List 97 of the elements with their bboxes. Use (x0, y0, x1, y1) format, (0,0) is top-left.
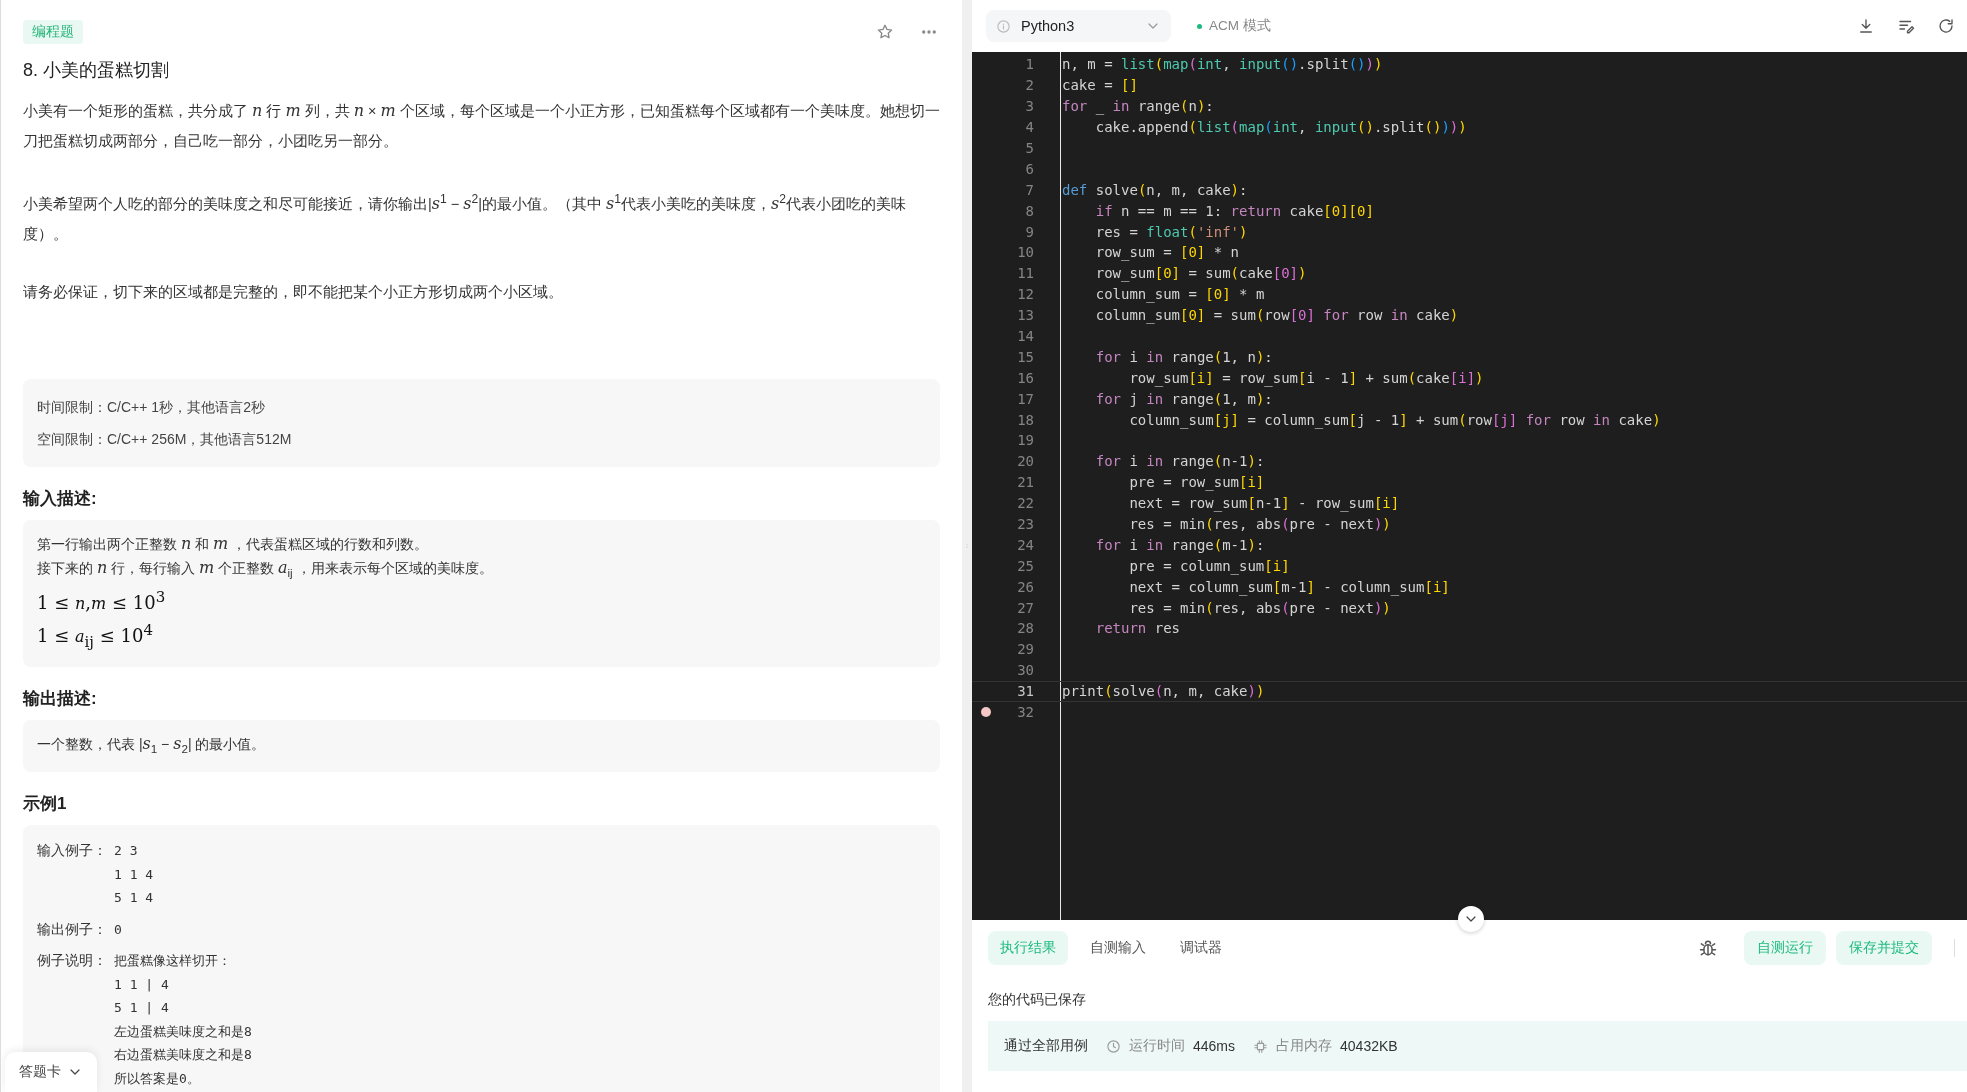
code-line: pre = row_sum[i] (1128, 474, 1265, 491)
limit-text: 时间限制：C/C++ 1秒，其他语言2秒 (37, 397, 266, 417)
code-line: return res (1094, 620, 1180, 637)
description-text: 一个整数，代表 |s$_{1}$ − s$_{2}$| 的最小值。 (37, 733, 267, 757)
code-line: for i in range(1, n): (1094, 348, 1273, 365)
bug-icon[interactable] (1698, 938, 1718, 958)
code-line: def solve(n, m, cake): (1062, 181, 1248, 198)
section-heading: 示例1 (23, 793, 68, 815)
line-number: 25 (1016, 557, 1034, 574)
line-number: 18 (1016, 411, 1034, 428)
section-heading: 输入描述: (23, 487, 98, 510)
example-label: 输入例子： (37, 841, 108, 860)
line-number: 22 (1016, 495, 1034, 512)
code-line: res = min(res, abs(pre - next)) (1128, 516, 1391, 533)
line-number: 28 (1016, 620, 1034, 637)
console-tab[interactable]: 自测输入 (1078, 931, 1158, 965)
line-number: 5 (1024, 140, 1034, 156)
problem-paragraph: 小美希望两个人吃的部分的美味度之和尽可能接近，请你输出|s$^{1}$ − s$^{2}$|的最小值。（其中 s$^{1}$代表小美吃的美味度，s$^{2}$代表小团吃的美味度）。 (23, 191, 907, 244)
line-number: 7 (1024, 181, 1034, 198)
description-text: 接下来的 n 行，每行输入 m 个正整数 a$_{ij}$ ，用来表示每个区域的美味度。 (37, 556, 494, 581)
code-line: row_sum[0] = sum(cake[0]) (1094, 265, 1307, 282)
refresh-icon[interactable] (1937, 17, 1955, 35)
line-number: 9 (1024, 223, 1034, 240)
example-text: 0 (114, 920, 122, 939)
code-line: cake.append(list(map(int, input().split()))) (1094, 119, 1467, 136)
code-line: res = float('inf') (1094, 223, 1248, 240)
code-line: print(solve(n, m, cake)) (1062, 683, 1265, 700)
line-number: 30 (1016, 662, 1034, 679)
description-text: 第一行输出两个正整数 n 和 m ，代表蛋糕区域的行数和列数。 (37, 532, 430, 555)
line-number: 4 (1024, 119, 1034, 136)
time-value: 446ms (1193, 1038, 1236, 1054)
code-line: next = column_sum[m-1] - column_sum[i] (1128, 578, 1450, 595)
line-number: 1 (1024, 56, 1034, 73)
breakpoint-dot[interactable] (981, 707, 991, 718)
line-number: 19 (1016, 432, 1034, 449)
line-number: 20 (1016, 453, 1034, 470)
line-number: 17 (1016, 390, 1034, 407)
example-label: 输出例子： (37, 919, 108, 939)
code-line: column_sum = [0] * m (1094, 286, 1265, 303)
line-number: 2 (1024, 77, 1034, 94)
line-number: 8 (1024, 202, 1034, 219)
code-line: n, m = list(map(int, input().split())) (1062, 56, 1383, 73)
code-line: row_sum = [0] * n (1094, 244, 1240, 261)
line-number: 12 (1016, 286, 1034, 303)
problem-paragraph: 请务必保证，切下来的区域都是完整的，即不能把某个小正方形切成两个小区域。 (23, 282, 564, 302)
example-text: 2 3 1 1 4 5 1 4 (114, 842, 154, 907)
line-number: 13 (1016, 307, 1034, 324)
code-line: for i in range(m-1): (1094, 536, 1265, 553)
mode-label: ACM 模式 (1209, 17, 1271, 35)
limit-text: 空间限制：C/C++ 256M，其他语言512M (37, 429, 293, 449)
language-dropdown[interactable]: Python3 (986, 10, 1171, 42)
line-number: 32 (1016, 704, 1034, 721)
line-number: 29 (1016, 641, 1034, 658)
clock-icon (1106, 1038, 1121, 1054)
line-number: 14 (1016, 328, 1034, 344)
example-label: 例子说明： (37, 951, 108, 970)
console-tab[interactable]: 调试器 (1168, 931, 1234, 965)
memory-label: 占用内存 (1276, 1037, 1333, 1055)
formula: 1 ≤ n,m ≤ 10$^{3}$ (37, 586, 167, 615)
problem-paragraph: 小美有一个矩形的蛋糕，共分成了 n 行 m 列，共 n × m 个区域，每个区域是一个小正方形，已知蛋糕每个区域都有一个美味度。她想切一刀把蛋糕切成两部分，自己吃一部分，小团吃另一部分。 (23, 100, 940, 151)
code-line: next = row_sum[n-1] - row_sum[i] (1128, 495, 1400, 512)
line-number: 16 (1016, 369, 1034, 386)
line-number: 24 (1016, 536, 1034, 553)
star-icon[interactable] (876, 23, 894, 41)
status-dot (1197, 23, 1202, 29)
code-line: cake = [] (1062, 77, 1138, 94)
code-line: column_sum[0] = sum(row[0] for row in cake) (1094, 307, 1459, 324)
line-number: 10 (1016, 244, 1034, 261)
line-number: 26 (1016, 578, 1034, 595)
code-line: column_sum[j] = column_sum[j - 1] + sum(row[j] for row in cake) (1128, 411, 1661, 428)
code-line: for j in range(1, m): (1094, 390, 1273, 407)
code-line: pre = column_sum[i] (1128, 557, 1290, 574)
line-number: 23 (1016, 516, 1034, 533)
download-icon[interactable] (1857, 17, 1875, 35)
category-tag: 编程题 (23, 20, 83, 44)
chip-icon (1253, 1038, 1269, 1054)
line-number: 21 (1016, 474, 1034, 491)
code-line: if n == m == 1: return cake[0][0] (1094, 202, 1374, 219)
memory-value: 40432KB (1340, 1038, 1398, 1054)
verdict-text: 通过全部用例 (1004, 1037, 1088, 1055)
line-number: 31 (1016, 683, 1034, 700)
answer-card-button[interactable]: 答题卡 (5, 1052, 97, 1092)
info-icon (996, 18, 1011, 34)
problem-title: 8. 小美的蛋糕切割 (23, 59, 170, 82)
line-number: 27 (1016, 599, 1034, 616)
code-line: for _ in range(n): (1062, 98, 1214, 115)
save-status: 您的代码已保存 (987, 990, 1087, 1009)
section-heading: 输出描述: (23, 688, 98, 711)
code-line: for i in range(n-1): (1094, 453, 1265, 470)
code-line: row_sum[i] = row_sum[i - 1] + sum(cake[i]) (1128, 369, 1484, 386)
line-number: 3 (1024, 98, 1034, 115)
line-number: 6 (1024, 160, 1034, 177)
line-number: 11 (1016, 265, 1034, 282)
line-number: 15 (1016, 348, 1034, 365)
example-text: 把蛋糕像这样切开： 1 1 | 4 5 1 | 4 左边蛋糕美味度之和是8 右边蛋糕美味度之和是8 所以答案是0。 (114, 952, 252, 1088)
time-label: 运行时间 (1129, 1037, 1185, 1055)
code-line: res = min(res, abs(pre - next)) (1128, 599, 1391, 616)
